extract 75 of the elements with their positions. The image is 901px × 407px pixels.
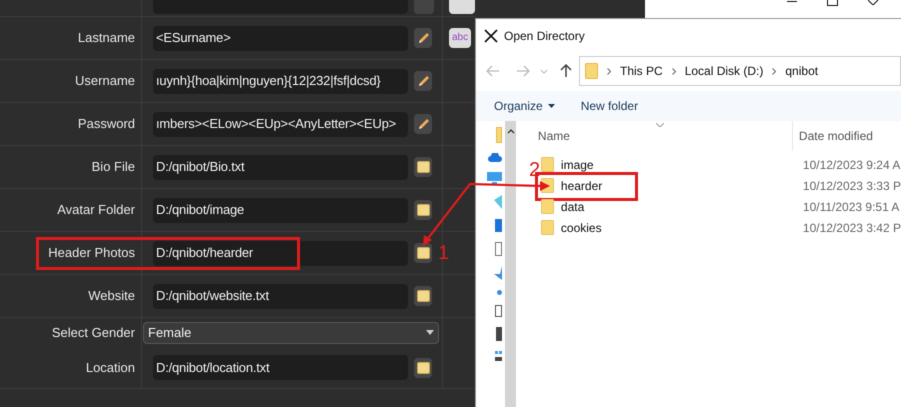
monitor-icon[interactable]: [487, 172, 502, 185]
edit-button[interactable]: [414, 28, 432, 48]
minimize-icon[interactable]: [787, 0, 797, 3]
field-label: Username: [75, 72, 135, 90]
new-folder-button[interactable]: New folder: [580, 97, 638, 115]
file-date: 10/12/2023 9:24 A: [802, 156, 900, 174]
breadcrumb-item[interactable]: This PC: [620, 62, 663, 80]
pencil-icon: [416, 74, 430, 88]
browse-button[interactable]: [414, 157, 432, 177]
field-label: Lastname: [78, 29, 135, 48]
address-bar[interactable]: This PC Local Disk (D:) qnibot: [579, 56, 901, 86]
chevron-right-icon: [607, 68, 611, 74]
field-label: Location: [86, 358, 135, 377]
music-icon[interactable]: [497, 290, 502, 295]
field-label: Website: [88, 287, 135, 306]
maximize-icon[interactable]: [827, 0, 838, 6]
pencil-icon: [416, 118, 430, 130]
folder-icon: [540, 157, 554, 172]
input-field[interactable]: D:/qnibot/Bio.txt: [153, 154, 408, 180]
grid-icon[interactable]: [495, 351, 502, 361]
folder-icon: [540, 199, 554, 214]
folder-icon: [416, 161, 430, 173]
scroll-up-icon[interactable]: [506, 129, 515, 134]
x-logo-icon: [484, 29, 498, 43]
folder-icon: [540, 220, 554, 235]
chevron-right-icon: [672, 68, 676, 74]
input-field[interactable]: D:/qnibot/hearder: [153, 240, 408, 266]
sort-chevron-icon: [656, 123, 664, 127]
column-header[interactable]: Name: [538, 127, 792, 145]
file-name[interactable]: hearder: [560, 176, 801, 194]
input-field[interactable]: <ESurname>: [153, 26, 408, 50]
edit-button[interactable]: [414, 71, 432, 91]
field-label: Select Gender: [52, 324, 135, 342]
file-icon[interactable]: [495, 242, 502, 256]
field-label: Password: [78, 115, 135, 134]
input-field[interactable]: D:/qnibot/location.txt: [153, 355, 408, 380]
annotation-number: 1: [438, 243, 450, 263]
up-arrow-icon[interactable]: [560, 64, 572, 78]
dropdown-arrow-icon: [426, 330, 434, 335]
breadcrumb-item[interactable]: Local Disk (D:): [684, 62, 764, 80]
pencil-icon: [416, 32, 430, 44]
input-field[interactable]: D:/qnibot/website.txt: [153, 284, 408, 308]
file-date: 10/12/2023 3:33 P: [802, 178, 901, 194]
browse-button[interactable]: [414, 286, 432, 306]
folder-icon: [416, 362, 430, 374]
breadcrumb-item[interactable]: qnibot: [785, 62, 818, 80]
field-label: Avatar Folder: [57, 201, 135, 220]
dialog-title: Open Directory: [504, 28, 585, 45]
folder-icon: [585, 63, 598, 79]
field-label: Bio File: [92, 158, 135, 176]
gender-dropdown[interactable]: Female: [143, 322, 439, 344]
file-name[interactable]: cookies: [560, 218, 801, 236]
file-name[interactable]: image: [560, 156, 801, 174]
file-date: 10/11/2023 9:51 A: [802, 198, 900, 216]
file-date: 10/12/2023 3:42 P: [802, 220, 901, 236]
folder-icon: [416, 204, 430, 216]
input-field[interactable]: D:/qnibot/image: [153, 198, 408, 222]
document-icon[interactable]: [495, 219, 502, 232]
browse-button[interactable]: [414, 358, 432, 378]
field-label: Header Photos: [48, 244, 135, 262]
caret-icon: [548, 104, 555, 108]
file-name[interactable]: data: [560, 198, 801, 216]
folder-icon: [416, 290, 430, 302]
input-field[interactable]: ıuynh}{hoa|kim|nguyen}{12|232|fsf|dcsd}: [153, 68, 408, 94]
input-field[interactable]: ımbers><ELow><EUp><AnyLetter><EUp>: [153, 112, 408, 136]
organize-button[interactable]: Organize: [494, 97, 555, 115]
browse-button[interactable]: [414, 200, 432, 220]
folder-icon: [416, 247, 430, 259]
edit-button[interactable]: [414, 114, 432, 134]
column-header[interactable]: Date modified: [798, 127, 873, 145]
scrollbar[interactable]: [505, 121, 516, 407]
chevron-right-icon: [772, 68, 776, 74]
cloud-icon[interactable]: [488, 153, 502, 162]
browse-button[interactable]: [414, 243, 432, 263]
abc-button[interactable]: abc: [449, 28, 472, 48]
